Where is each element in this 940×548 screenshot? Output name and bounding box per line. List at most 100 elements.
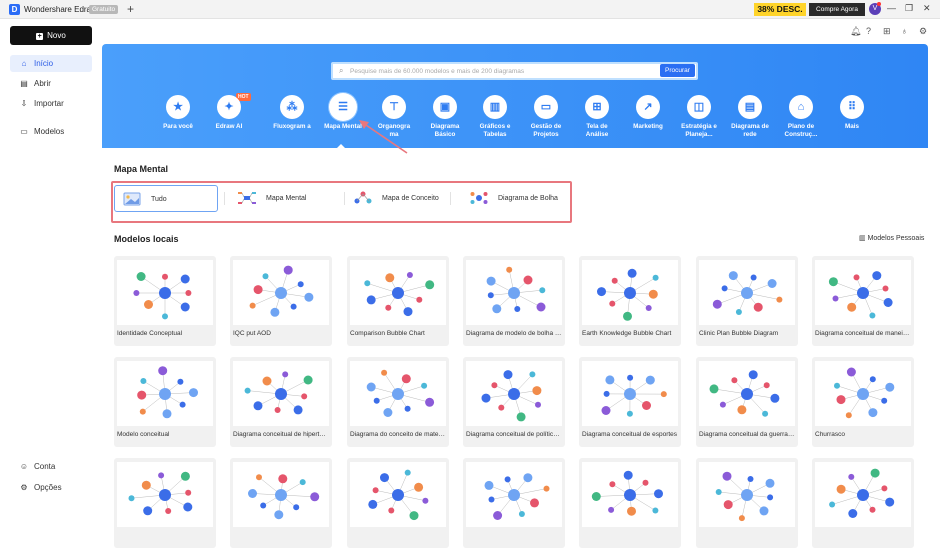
sidebar-item-options[interactable]: ⚙Opções xyxy=(10,480,92,495)
template-card[interactable]: Diagrama conceitual da guerra mu... xyxy=(696,357,798,447)
template-card[interactable] xyxy=(812,458,914,548)
template-label: Churrasco xyxy=(815,431,911,438)
search-button[interactable]: Procurar xyxy=(660,64,695,77)
template-label: Diagrama do conceito de matemát... xyxy=(350,431,446,438)
template-card[interactable]: Diagrama conceitual de hipertensã... xyxy=(230,357,332,447)
discount-badge[interactable]: 38% DESC. xyxy=(754,3,806,16)
template-card[interactable]: Modelo conceitual xyxy=(114,357,216,447)
template-thumbnail xyxy=(815,361,911,426)
filter-concept-map[interactable]: Mapa de Conceito xyxy=(346,185,456,212)
template-card[interactable]: Diagrama conceitual de esportes xyxy=(579,357,681,447)
settings-icon[interactable]: ⚙ xyxy=(919,26,927,37)
image-icon xyxy=(123,192,141,206)
bell-icon[interactable]: 🔔︎ xyxy=(850,26,861,37)
minimize-icon[interactable]: — xyxy=(887,3,896,13)
restore-icon[interactable]: ❐ xyxy=(905,3,913,14)
template-card[interactable]: Identidade Conceptual xyxy=(114,256,216,346)
sidebar-item-home[interactable]: ⌂Início xyxy=(10,55,92,72)
template-card[interactable]: Diagrama do conceito de matemát... xyxy=(347,357,449,447)
sidebar-item-account[interactable]: ☺Conta xyxy=(10,459,92,474)
template-thumbnail xyxy=(233,361,329,426)
category-gestao-projetos[interactable]: ▭Gestão de Projetos xyxy=(526,95,566,138)
template-card[interactable]: Comparison Bubble Chart xyxy=(347,256,449,346)
template-thumbnail xyxy=(466,361,562,426)
category-mais[interactable]: ⠿Mais xyxy=(832,95,872,131)
template-thumbnail xyxy=(815,462,911,527)
template-card[interactable] xyxy=(114,458,216,548)
new-button[interactable]: +Novo xyxy=(10,26,92,45)
sidebar-item-open[interactable]: ▤Abrir xyxy=(10,75,92,92)
concept-map-icon xyxy=(354,191,372,205)
template-label: Modelo conceitual xyxy=(117,431,213,438)
template-thumbnail xyxy=(233,462,329,527)
filter-bubble-diagram[interactable]: Diagrama de Bolha xyxy=(462,185,568,212)
template-label: Earth Knowledge Bubble Chart xyxy=(582,330,678,337)
mindmap-icon xyxy=(238,191,256,205)
filter-mind-map[interactable]: Mapa Mental xyxy=(230,185,340,212)
template-card[interactable]: Churrasco xyxy=(812,357,914,447)
category-estrategia[interactable]: ◫Estratégia e Planeja... xyxy=(679,95,719,138)
template-card[interactable] xyxy=(230,458,332,548)
filter-all[interactable]: Tudo xyxy=(114,185,218,212)
sidebar-item-import[interactable]: ⇩Importar xyxy=(10,95,92,112)
category-marketing[interactable]: ↗Marketing xyxy=(628,95,668,131)
personal-templates-icon: ▥ xyxy=(859,235,868,242)
filter-separator xyxy=(224,192,225,205)
buy-now-button[interactable]: Compre Agora xyxy=(809,3,865,16)
category-diagrama-basico[interactable]: ▣Diagrama Básico xyxy=(425,95,465,138)
template-label: Identidade Conceptual xyxy=(117,330,213,337)
category-para-voce[interactable]: ★Para você xyxy=(158,95,198,131)
template-card[interactable] xyxy=(347,458,449,548)
template-card[interactable] xyxy=(696,458,798,548)
template-card[interactable]: IQC put AOD xyxy=(230,256,332,346)
template-card[interactable]: Earth Knowledge Bubble Chart xyxy=(579,256,681,346)
sidebar: +Novo ⌂Início ▤Abrir ⇩Importar ▭Modelos … xyxy=(0,19,101,508)
category-tela-analise[interactable]: ⊞Tela de Análise xyxy=(577,95,617,138)
template-thumbnail xyxy=(699,260,795,325)
template-card[interactable]: Diagrama de modelo de bolha dupla xyxy=(463,256,565,346)
template-card[interactable] xyxy=(579,458,681,548)
template-thumbnail xyxy=(815,260,911,325)
new-tab-plus-icon[interactable]: + xyxy=(127,2,134,16)
category-edraw-ai[interactable]: ✦Edraw AI xyxy=(209,95,249,131)
template-thumbnail xyxy=(350,260,446,325)
template-card[interactable]: Diagrama conceitual de maneiras d... xyxy=(812,256,914,346)
close-icon[interactable]: ✕ xyxy=(923,3,931,14)
shirt-icon[interactable]: ♁ xyxy=(901,26,908,36)
template-label: Comparison Bubble Chart xyxy=(350,330,446,337)
template-label: Diagrama conceitual da guerra mu... xyxy=(699,431,795,438)
plus-icon: + xyxy=(36,33,43,40)
sidebar-item-templates[interactable]: ▭Modelos xyxy=(10,123,92,140)
template-label: Diagrama conceitual de políticas p... xyxy=(466,431,562,438)
home-icon: ⌂ xyxy=(19,55,29,72)
template-card[interactable] xyxy=(463,458,565,548)
category-fluxograma[interactable]: ⁂Fluxogram a xyxy=(272,95,312,131)
basic-diagram-icon: ▣ xyxy=(433,95,457,119)
plan-badge: Gratuito xyxy=(89,5,118,14)
more-icon: ⠿ xyxy=(840,95,864,119)
category-diagrama-rede[interactable]: ▤Diagrama de rede xyxy=(730,95,770,138)
strategy-icon: ◫ xyxy=(687,95,711,119)
template-thumbnail xyxy=(350,361,446,426)
personal-templates-link[interactable]: ▥ Modelos Pessoais xyxy=(859,234,924,242)
category-plano-construcao[interactable]: ⌂Plano de Construç... xyxy=(781,95,821,138)
template-label: Diagrama conceitual de esportes xyxy=(582,431,678,438)
help-icon[interactable]: ? xyxy=(866,26,871,36)
template-card[interactable]: Clinic Plan Bubble Diagram xyxy=(696,256,798,346)
template-thumbnail xyxy=(699,462,795,527)
star-icon: ★ xyxy=(166,95,190,119)
selected-category-notch xyxy=(336,144,346,149)
search-box[interactable]: ⌕ xyxy=(331,62,698,80)
category-graficos[interactable]: ▥Gráficos e Tabelas xyxy=(475,95,515,138)
template-thumbnail xyxy=(582,260,678,325)
apps-icon[interactable]: ⊞ xyxy=(883,26,891,37)
search-input[interactable] xyxy=(350,65,650,78)
template-thumbnail xyxy=(117,260,213,325)
template-card[interactable]: Diagrama conceitual de políticas p... xyxy=(463,357,565,447)
template-thumbnail xyxy=(233,260,329,325)
section-title: Mapa Mental xyxy=(114,164,168,174)
notification-dot xyxy=(877,2,881,6)
template-thumbnail xyxy=(350,462,446,527)
flowchart-icon: ⁂ xyxy=(280,95,304,119)
project-icon: ▭ xyxy=(534,95,558,119)
